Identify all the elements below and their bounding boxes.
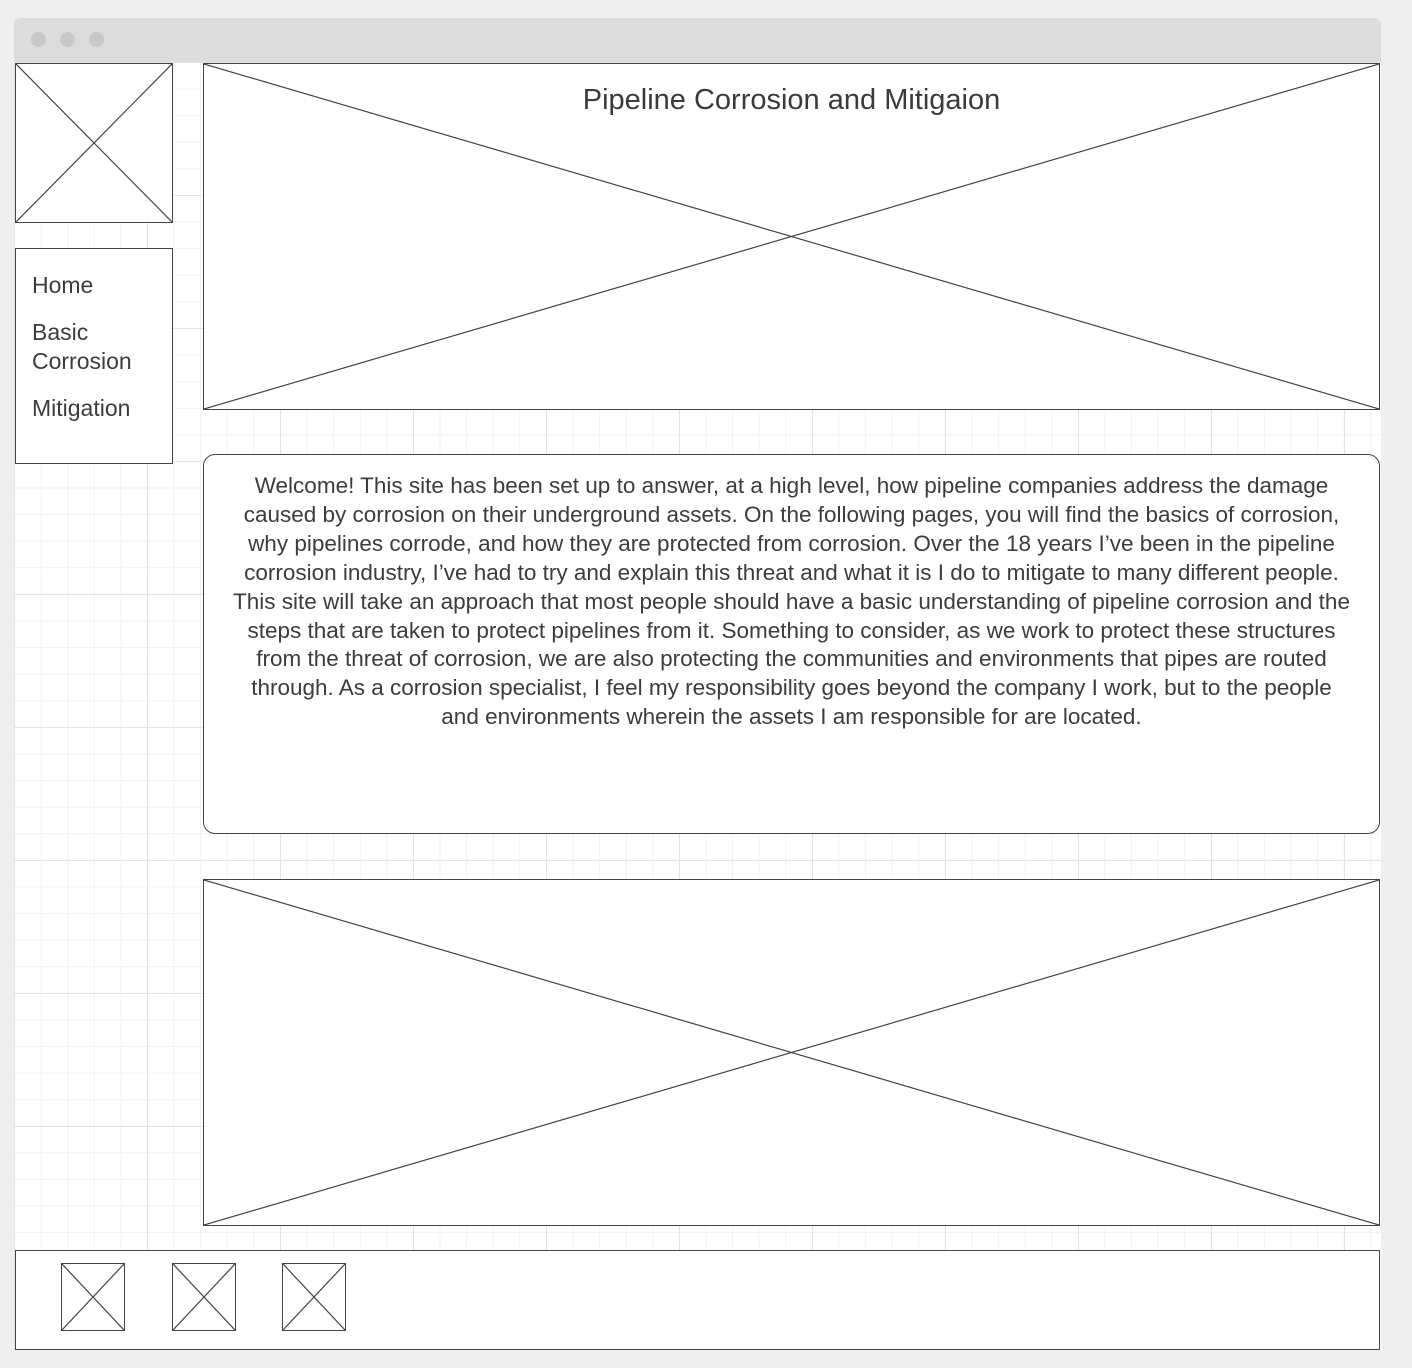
page-title: Pipeline Corrosion and Mitigaion xyxy=(582,84,1001,116)
nav-item-basic-corrosion[interactable]: Basic Corrosion xyxy=(32,318,162,376)
placeholder-icon xyxy=(62,1264,124,1330)
welcome-text-box: Welcome! This site has been set up to an… xyxy=(203,454,1380,834)
window-maximize-dot[interactable] xyxy=(89,32,104,47)
placeholder-icon xyxy=(283,1264,345,1330)
nav-item-home[interactable]: Home xyxy=(32,271,162,300)
browser-window: Home Basic Corrosion Mitigation Pipeline… xyxy=(14,18,1381,1350)
nav-item-mitigation[interactable]: Mitigation xyxy=(32,394,162,423)
nav-list: Home Basic Corrosion Mitigation xyxy=(16,249,172,423)
footer-icon-2[interactable] xyxy=(172,1263,236,1331)
footer-icon-3[interactable] xyxy=(282,1263,346,1331)
placeholder-icon xyxy=(173,1264,235,1330)
window-minimize-dot[interactable] xyxy=(60,32,75,47)
logo-image-placeholder xyxy=(15,63,173,223)
image-placeholder-icon xyxy=(204,880,1379,1225)
image-placeholder-icon xyxy=(16,64,172,222)
content-image-placeholder xyxy=(203,879,1380,1226)
footer xyxy=(15,1250,1380,1350)
window-close-dot[interactable] xyxy=(31,32,46,47)
sidebar-nav: Home Basic Corrosion Mitigation xyxy=(15,248,173,464)
footer-icon-1[interactable] xyxy=(61,1263,125,1331)
window-titlebar xyxy=(14,18,1381,62)
welcome-text: Welcome! This site has been set up to an… xyxy=(233,473,1350,730)
header-banner: Pipeline Corrosion and Mitigaion xyxy=(203,63,1380,410)
